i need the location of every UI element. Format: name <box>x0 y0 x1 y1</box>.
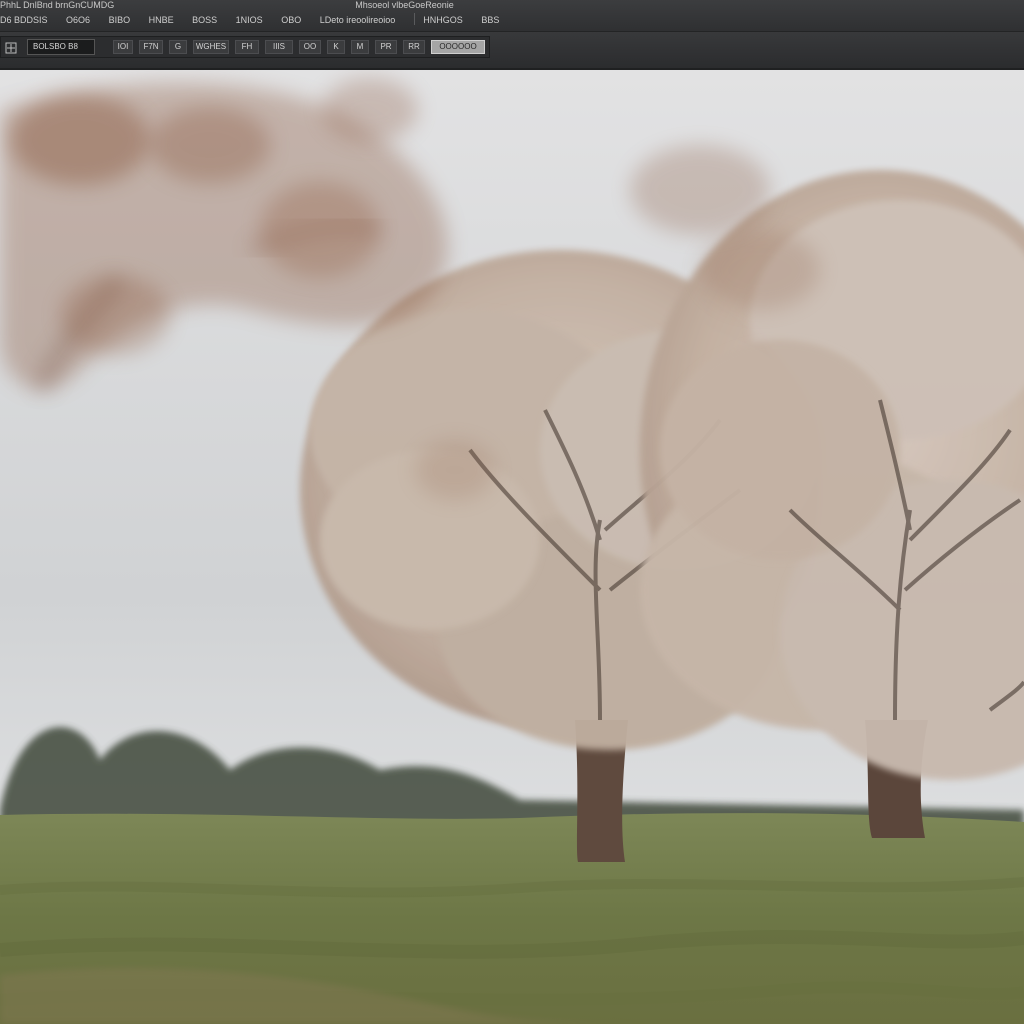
option-button-1[interactable]: IOI <box>113 40 133 54</box>
option-button-4[interactable]: WGHES <box>193 40 229 54</box>
menu-item-5[interactable]: BOSS <box>192 15 217 25</box>
menu-bar: PhhL DnlBnd brnGnCUMDG Mhsoeol vlbeGoeRe… <box>0 0 1024 32</box>
image-editor-window: PhhL DnlBnd brnGnCUMDG Mhsoeol vlbeGoeRe… <box>0 0 1024 1024</box>
menu-divider <box>413 13 415 25</box>
document-title-right: Mhsoeol vlbeGoeReonie <box>355 0 454 10</box>
menu-item-1[interactable]: D6 BDDSIS <box>0 15 48 25</box>
menu-item-7[interactable]: OBO <box>281 15 301 25</box>
landscape-image <box>0 70 1024 1024</box>
move-tool-icon[interactable] <box>5 41 17 54</box>
option-button-6[interactable]: IIIS <box>265 40 293 54</box>
option-button-2[interactable]: F7N <box>139 40 163 54</box>
option-button-11[interactable]: RR <box>403 40 425 54</box>
menu-item-2[interactable]: O6O6 <box>66 15 90 25</box>
title-strip: PhhL DnlBnd brnGnCUMDG Mhsoeol vlbeGoeRe… <box>0 0 464 10</box>
menu-item-8[interactable]: LDeto ireoolireoioo <box>320 15 396 25</box>
option-button-7[interactable]: OO <box>299 40 321 54</box>
move-tool-glyph <box>5 42 17 54</box>
menu-items: D6 BDDSIS O6O6 BIBO HNBE BOSS 1NIOS OBO … <box>0 13 515 25</box>
option-select[interactable]: OOOOOO <box>431 40 485 54</box>
tool-preset-field[interactable]: BOLSBO B8 <box>27 39 95 55</box>
menu-item-10[interactable]: BBS <box>481 15 499 25</box>
menu-item-4[interactable]: HNBE <box>149 15 174 25</box>
option-button-5[interactable]: FH <box>235 40 259 54</box>
menu-item-6[interactable]: 1NIOS <box>236 15 263 25</box>
option-button-3[interactable]: G <box>169 40 187 54</box>
menu-item-3[interactable]: BIBO <box>109 15 131 25</box>
options-group: BOLSBO B8 IOI F7N G WGHES FH IIIS OO K M… <box>0 36 490 58</box>
option-button-9[interactable]: M <box>351 40 369 54</box>
image-canvas[interactable] <box>0 70 1024 1024</box>
option-button-10[interactable]: PR <box>375 40 397 54</box>
options-bar: BOLSBO B8 IOI F7N G WGHES FH IIIS OO K M… <box>0 32 1024 70</box>
menu-item-9[interactable]: HNHGOS <box>423 15 463 25</box>
option-button-8[interactable]: K <box>327 40 345 54</box>
document-title-left: PhhL DnlBnd brnGnCUMDG <box>0 0 115 10</box>
